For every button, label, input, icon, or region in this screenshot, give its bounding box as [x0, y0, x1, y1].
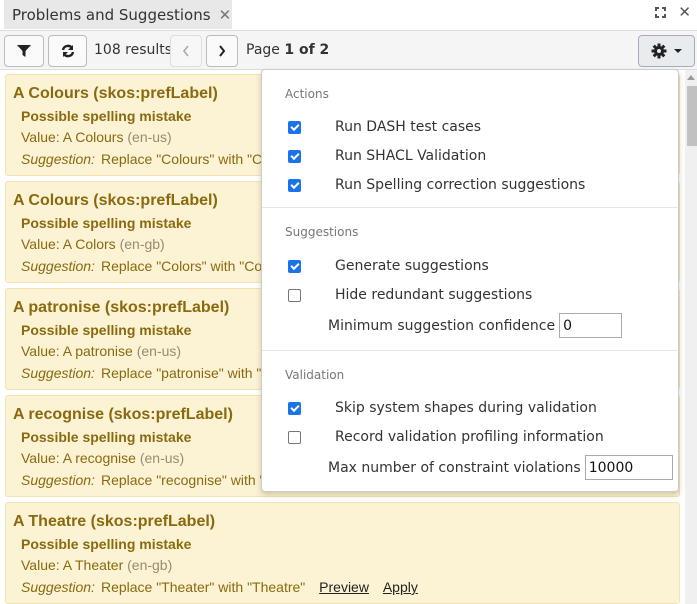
tab-title: Problems and Suggestions — [12, 5, 211, 24]
language-tag: (en-us) — [127, 129, 172, 145]
checkbox[interactable] — [288, 401, 301, 415]
section-heading-actions: Actions — [285, 87, 329, 101]
option-label: Run SHACL Validation — [335, 148, 487, 164]
option-run-spelling-correction[interactable]: Run Spelling correction suggestions — [288, 175, 585, 195]
tab-problems-and-suggestions[interactable]: Problems and Suggestions ✕ — [4, 0, 232, 29]
page-value: 1 of 2 — [284, 42, 330, 58]
apply-link[interactable]: Apply — [383, 579, 418, 595]
min-confidence-field: Minimum suggestion confidence — [328, 313, 623, 338]
settings-dropdown: Actions Run DASH test cases Run SHACL Va… — [261, 69, 679, 492]
field-label: Minimum suggestion confidence — [328, 317, 556, 334]
toolbar: 108 results Page 1 of 2 — [0, 30, 697, 70]
field-label: Max number of constraint violations — [328, 459, 581, 476]
option-label: Hide redundant suggestions — [335, 287, 533, 303]
checkbox[interactable] — [288, 259, 301, 273]
previous-page-button[interactable] — [170, 35, 202, 67]
option-label: Run DASH test cases — [335, 119, 482, 135]
option-skip-system-shapes[interactable]: Skip system shapes during validation — [288, 398, 597, 418]
chevron-right-icon — [219, 45, 226, 57]
option-label: Run Spelling correction suggestions — [335, 177, 586, 193]
option-record-profiling[interactable]: Record validation profiling information — [288, 427, 604, 447]
divider — [262, 207, 678, 208]
next-page-button[interactable] — [206, 35, 238, 67]
settings-button[interactable] — [638, 35, 695, 67]
max-violations-input[interactable] — [584, 455, 673, 480]
chevron-left-icon — [182, 45, 189, 57]
scroll-up-icon[interactable] — [687, 75, 695, 80]
filter-icon — [17, 45, 31, 57]
max-violations-field: Max number of constraint violations — [328, 455, 673, 480]
language-tag: (en-gb) — [127, 557, 173, 573]
option-label: Skip system shapes during validation — [335, 400, 597, 416]
min-confidence-input[interactable] — [559, 313, 623, 338]
page-indicator: Page 1 of 2 — [246, 42, 329, 58]
problem-issue: Possible spelling mistake — [21, 536, 192, 552]
caret-down-icon — [673, 49, 682, 53]
option-run-dash-tests[interactable]: Run DASH test cases — [288, 117, 481, 137]
preview-link[interactable]: Preview — [319, 579, 369, 595]
problem-value: Value: A Theater (en-gb) — [21, 557, 173, 573]
filter-button[interactable] — [4, 35, 44, 67]
section-heading-suggestions: Suggestions — [285, 225, 359, 239]
refresh-button[interactable] — [48, 35, 87, 67]
close-icon[interactable]: ✕ — [219, 6, 232, 24]
option-label: Record validation profiling information — [335, 429, 604, 445]
option-hide-redundant-suggestions[interactable]: Hide redundant suggestions — [288, 285, 532, 305]
close-panel-icon[interactable]: ✕ — [678, 4, 691, 20]
language-tag: (en-us) — [139, 450, 185, 466]
checkbox[interactable] — [288, 430, 301, 444]
maximize-icon[interactable] — [655, 7, 667, 18]
refresh-icon — [61, 44, 74, 58]
checkbox[interactable] — [288, 149, 301, 163]
option-run-shacl-validation[interactable]: Run SHACL Validation — [288, 146, 486, 166]
language-tag: (en-gb) — [119, 236, 165, 252]
gear-icon — [651, 43, 666, 59]
language-tag: (en-us) — [136, 343, 182, 359]
problem-title: A Theatre (skos:prefLabel) — [13, 513, 216, 530]
option-label: Generate suggestions — [335, 258, 489, 274]
problem-item: A Theatre (skos:prefLabel) Possible spel… — [5, 502, 680, 604]
section-heading-validation: Validation — [285, 368, 345, 382]
divider — [262, 350, 678, 351]
checkbox[interactable] — [288, 120, 301, 134]
scrollbar[interactable] — [685, 70, 697, 604]
page-label: Page — [246, 42, 280, 58]
checkbox[interactable] — [288, 288, 301, 302]
problem-suggestion: Suggestion: Replace "Theater" with "Theat… — [21, 579, 418, 595]
panel-header: Problems and Suggestions ✕ ✕ — [0, 0, 697, 30]
option-generate-suggestions[interactable]: Generate suggestions — [288, 256, 489, 276]
scrollbar-thumb[interactable] — [687, 86, 697, 146]
results-count: 108 results — [94, 42, 173, 58]
checkbox[interactable] — [288, 178, 301, 192]
